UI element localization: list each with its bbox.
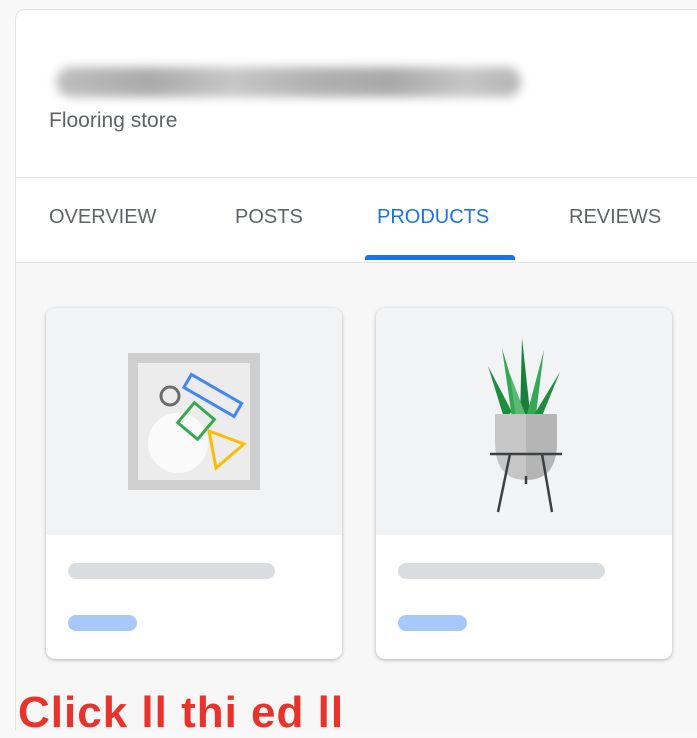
business-name-blurred bbox=[56, 67, 521, 97]
product-price-placeholder bbox=[398, 615, 467, 631]
products-section bbox=[16, 263, 697, 730]
tab-bar: OVERVIEW POSTS PRODUCTS REVIEWS bbox=[16, 178, 697, 262]
product-card[interactable] bbox=[46, 308, 342, 659]
product-image bbox=[376, 308, 672, 535]
business-category: Flooring store bbox=[49, 109, 178, 132]
product-image bbox=[46, 308, 342, 535]
tab-products[interactable]: PRODUCTS bbox=[377, 206, 489, 229]
tab-posts[interactable]: POSTS bbox=[235, 206, 303, 229]
product-card[interactable] bbox=[376, 308, 672, 659]
active-tab-indicator bbox=[365, 255, 515, 260]
potted-plant-icon bbox=[488, 338, 562, 513]
tab-overview[interactable]: OVERVIEW bbox=[49, 206, 156, 229]
shapes-frame-icon bbox=[128, 353, 260, 490]
product-title-placeholder bbox=[68, 563, 275, 579]
product-title-placeholder bbox=[398, 563, 605, 579]
business-profile-panel: Flooring store OVERVIEW POSTS PRODUCTS R… bbox=[15, 9, 697, 730]
product-price-placeholder bbox=[68, 615, 137, 631]
cta-text: Click ll thi ed ll bbox=[18, 688, 345, 737]
tab-reviews[interactable]: REVIEWS bbox=[569, 206, 661, 229]
